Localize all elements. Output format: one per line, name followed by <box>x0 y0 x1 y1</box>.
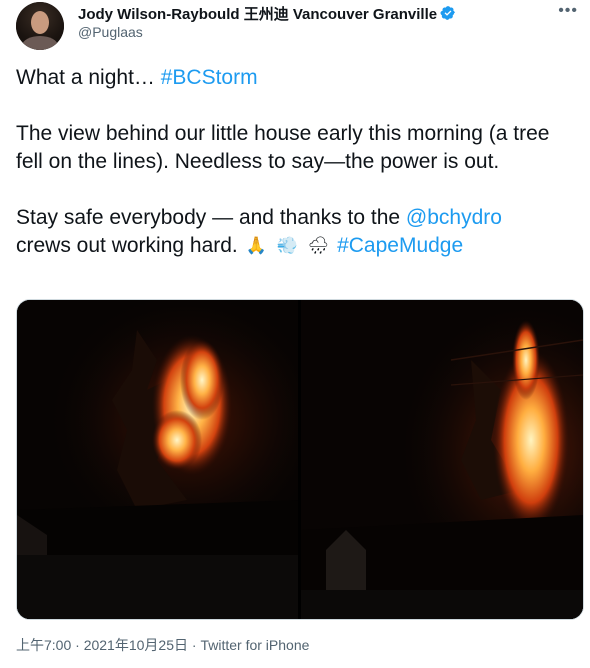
meta-separator: · <box>188 637 201 653</box>
tweet-text-segment: What a night… <box>16 66 161 89</box>
folded-hands-icon: 🙏 <box>245 236 267 256</box>
tweet-text-segment: Stay safe everybody — and thanks to the <box>16 206 406 229</box>
more-options-icon[interactable]: ••• <box>558 2 578 20</box>
night-fire-tree-photo-1[interactable] <box>17 300 298 619</box>
tweet-line-3: Stay safe everybody — and thanks to the … <box>16 204 576 232</box>
tweet-text-segment: crews out working hard. <box>16 234 238 257</box>
hashtag-bcstorm[interactable]: #BCStorm <box>161 66 258 89</box>
author-handle[interactable]: @Puglaas <box>78 24 143 40</box>
tweet-date[interactable]: 2021年10月25日 <box>84 637 188 653</box>
tweet-paragraph-2: The view behind our little house early t… <box>16 122 550 173</box>
tweet-line-4: crews out working hard. 🙏 💨 🌧 #CapeMudge <box>16 232 576 260</box>
mention-bchydro[interactable]: @bchydro <box>406 206 502 229</box>
tweet-meta: 上午7:00 · 2021年10月25日 · Twitter for iPhon… <box>16 635 309 655</box>
tweet-source[interactable]: Twitter for iPhone <box>200 637 309 653</box>
tweet-text: What a night… #BCStorm The view behind o… <box>16 64 576 260</box>
meta-separator: · <box>71 637 84 653</box>
rain-cloud-icon: 🌧 <box>307 236 330 256</box>
verified-badge-icon <box>440 6 455 20</box>
author-display-name[interactable]: Jody Wilson-Raybould 王州迪 Vancouver Granv… <box>78 3 437 24</box>
tweet-time[interactable]: 上午7:00 <box>16 637 71 653</box>
tweet-line-1: What a night… #BCStorm <box>16 64 576 92</box>
author-name-row[interactable]: Jody Wilson-Raybould 王州迪 Vancouver Granv… <box>78 3 456 23</box>
avatar[interactable] <box>16 2 64 50</box>
tweet-header: Jody Wilson-Raybould 王州迪 Vancouver Granv… <box>16 0 578 54</box>
wind-face-icon: 💨 <box>276 236 298 256</box>
night-fire-tree-photo-2[interactable] <box>301 300 583 619</box>
media-grid <box>16 299 584 620</box>
hashtag-capemudge[interactable]: #CapeMudge <box>337 234 463 257</box>
